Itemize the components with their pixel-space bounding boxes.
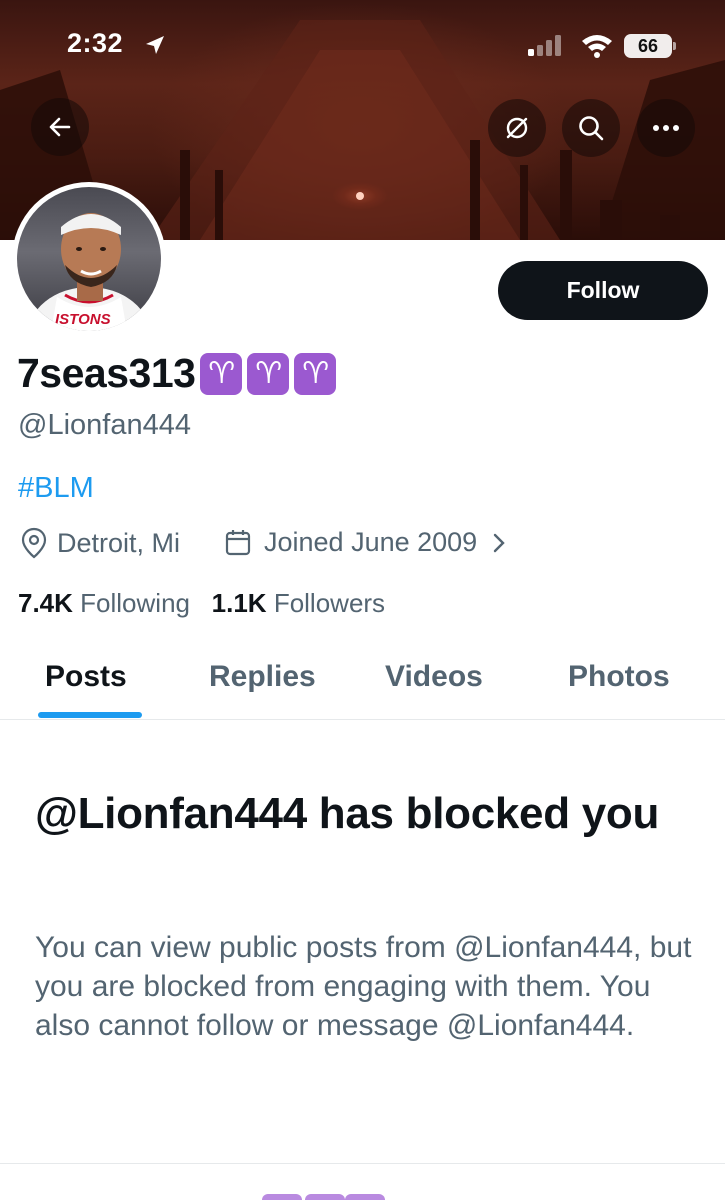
- grok-icon: [506, 117, 528, 139]
- wifi-icon: [582, 35, 612, 58]
- location-pin-icon: [21, 527, 47, 559]
- aries-emoji-icon: [262, 1194, 302, 1200]
- following-count: 7.4K: [18, 588, 73, 618]
- avatar[interactable]: ISTONS: [12, 182, 166, 336]
- display-name-text: 7seas313: [17, 350, 196, 396]
- bio-hashtag-link[interactable]: #BLM: [18, 472, 94, 505]
- profile-location: Detroit, Mi: [20, 527, 180, 559]
- aries-emoji-icon: ♈: [247, 352, 290, 395]
- battery-icon: 66: [624, 34, 672, 58]
- joined-text: Joined June 2009: [264, 527, 478, 557]
- profile-tabs: Posts Replies Videos Photos: [0, 640, 725, 720]
- followers-count: 1.1K: [211, 588, 267, 618]
- aries-emoji-icon: ♈: [200, 352, 243, 395]
- tab-posts[interactable]: Posts: [45, 660, 127, 694]
- aries-emoji-icon: [305, 1194, 345, 1200]
- following-stat[interactable]: 7.4K Following: [18, 588, 190, 618]
- location-text: Detroit, Mi: [57, 527, 181, 558]
- profile-joined[interactable]: Joined June 2009: [224, 527, 509, 558]
- follow-stats: 7.4K Following 1.1K Followers: [18, 588, 385, 619]
- location-arrow-icon: [146, 36, 164, 54]
- aries-emoji-icon: [345, 1194, 385, 1200]
- signal-icon: [528, 34, 568, 56]
- avatar-jersey-text: ISTONS: [55, 311, 111, 328]
- arrow-left-icon: [49, 117, 71, 137]
- blocked-message: You can view public posts from @Lionfan4…: [35, 931, 692, 1042]
- status-time: 2:32: [67, 28, 124, 58]
- profile-handle: @Lionfan444: [18, 409, 191, 441]
- tab-replies[interactable]: Replies: [209, 660, 316, 694]
- back-button[interactable]: [31, 98, 89, 156]
- following-label: Following: [80, 588, 190, 618]
- more-button[interactable]: [637, 99, 695, 157]
- tab-videos[interactable]: Videos: [385, 660, 483, 694]
- divider: [0, 1163, 725, 1164]
- search-icon: [579, 116, 604, 141]
- grok-button[interactable]: [488, 99, 546, 157]
- follow-button[interactable]: Follow: [498, 261, 708, 320]
- avatar-image: ISTONS: [17, 187, 161, 331]
- calendar-icon: [225, 529, 251, 555]
- followers-label: Followers: [273, 588, 386, 618]
- battery-nub: [673, 42, 676, 50]
- followers-stat[interactable]: 1.1K Followers: [212, 588, 385, 618]
- search-button[interactable]: [562, 99, 620, 157]
- more-icon: [653, 125, 679, 131]
- chevron-right-icon: [493, 533, 505, 552]
- tab-photos[interactable]: Photos: [568, 660, 670, 694]
- blocked-title: @Lionfan444 has blocked you: [35, 789, 660, 838]
- display-name: 7seas313 ♈ ♈ ♈: [17, 350, 337, 397]
- active-tab-indicator: [38, 712, 142, 718]
- aries-emoji-icon: ♈: [294, 352, 337, 395]
